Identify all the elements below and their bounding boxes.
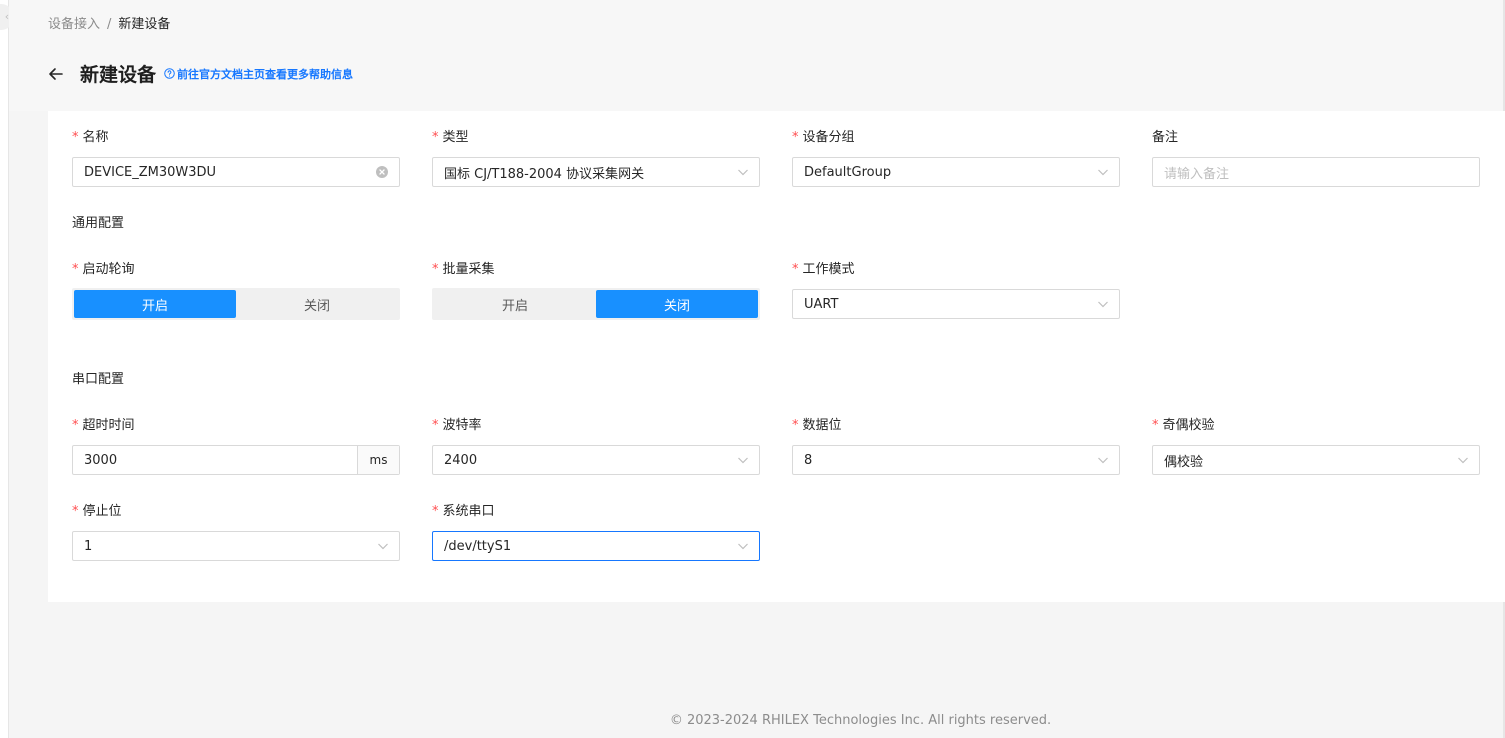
breadcrumb-separator: / <box>107 17 112 32</box>
arrow-left-icon[interactable] <box>46 64 66 84</box>
question-circle-icon <box>164 68 175 79</box>
baud-rate-label: * 波特率 <box>432 418 482 433</box>
left-sidebar-edge <box>0 0 9 738</box>
serial-port-value: /dev/ttyS1 <box>444 538 512 554</box>
polling-label: * 启动轮询 <box>72 262 135 277</box>
serial-config-title: 串口配置 <box>72 372 125 387</box>
baud-rate-value: 2400 <box>444 452 478 468</box>
breadcrumb-current: 新建设备 <box>118 17 171 32</box>
parity-label: * 奇偶校验 <box>1152 418 1215 433</box>
chevron-down-icon <box>737 540 749 552</box>
name-value: DEVICE_ZM30W3DU <box>84 164 217 180</box>
chevron-down-icon <box>737 166 749 178</box>
parity-select[interactable]: 偶校验 <box>1152 445 1480 475</box>
stop-bits-select[interactable]: 1 <box>72 531 400 561</box>
polling-on-option[interactable]: 开启 <box>74 290 236 318</box>
page-header <box>9 0 1503 111</box>
remark-label: 备注 <box>1152 130 1179 145</box>
baud-rate-select[interactable]: 2400 <box>432 445 760 475</box>
chevron-down-icon <box>737 454 749 466</box>
chevron-down-icon <box>1097 454 1109 466</box>
help-link-text: 前往官方文档主页查看更多帮助信息 <box>177 67 354 81</box>
common-config-title: 通用配置 <box>72 216 125 231</box>
help-link[interactable]: 前往官方文档主页查看更多帮助信息 <box>164 66 353 82</box>
form-card: * 名称 DEVICE_ZM30W3DU * 类型 国标 CJ/T188-2004 … <box>48 111 1505 602</box>
serial-port-select[interactable]: /dev/ttyS1 <box>432 531 760 561</box>
work-mode-select[interactable]: UART <box>792 289 1120 319</box>
footer: © 2023-2024 RHILEX Technologies Inc. All… <box>0 712 1505 730</box>
chevron-down-icon <box>1097 166 1109 178</box>
chevron-down-icon <box>1457 454 1469 466</box>
work-mode-label: * 工作模式 <box>792 262 855 277</box>
polling-segmented: 开启 关闭 <box>72 288 400 320</box>
type-select[interactable]: 国标 CJ/T188-2004 协议采集网关 <box>432 157 760 187</box>
copyright-icon: © <box>669 713 683 728</box>
page-title: 新建设备 <box>80 64 157 86</box>
work-mode-value: UART <box>804 296 839 312</box>
breadcrumb-parent[interactable]: 设备接入 <box>48 15 100 35</box>
stop-bits-label: * 停止位 <box>72 504 122 519</box>
chevron-down-icon <box>377 540 389 552</box>
type-label: * 类型 <box>432 130 469 145</box>
batch-label: * 批量采集 <box>432 262 495 277</box>
data-bits-label: * 数据位 <box>792 418 842 433</box>
stop-bits-value: 1 <box>84 538 93 554</box>
close-circle-icon[interactable] <box>376 166 388 178</box>
breadcrumb: 设备接入 / 新建设备 <box>48 15 170 35</box>
name-input[interactable]: DEVICE_ZM30W3DU <box>72 157 400 187</box>
group-label: * 设备分组 <box>792 130 855 145</box>
timeout-label: * 超时时间 <box>72 418 135 433</box>
group-value: DefaultGroup <box>804 164 892 180</box>
type-value: 国标 CJ/T188-2004 协议采集网关 <box>444 166 645 182</box>
title-row: 新建设备 前往官方文档主页查看更多帮助信息 <box>46 60 353 87</box>
copyright-text: 2023-2024 RHILEX Technologies Inc. All r… <box>686 713 1052 728</box>
name-label: * 名称 <box>72 130 109 145</box>
serial-port-label: * 系统串口 <box>432 504 495 519</box>
parity-value: 偶校验 <box>1164 454 1204 470</box>
batch-segmented: 开启 关闭 <box>432 288 760 320</box>
timeout-value: 3000 <box>84 452 118 468</box>
chevron-down-icon <box>1097 298 1109 310</box>
remark-placeholder: 请输入备注 <box>1164 166 1230 182</box>
remark-input[interactable]: 请输入备注 <box>1152 157 1480 187</box>
timeout-input[interactable]: 3000 ms <box>72 445 400 475</box>
data-bits-value: 8 <box>804 452 813 468</box>
group-select[interactable]: DefaultGroup <box>792 157 1120 187</box>
polling-off-option[interactable]: 关闭 <box>236 290 398 318</box>
data-bits-select[interactable]: 8 <box>792 445 1120 475</box>
batch-on-option[interactable]: 开启 <box>434 290 596 318</box>
batch-off-option[interactable]: 关闭 <box>596 290 758 318</box>
timeout-unit: ms <box>357 446 399 474</box>
